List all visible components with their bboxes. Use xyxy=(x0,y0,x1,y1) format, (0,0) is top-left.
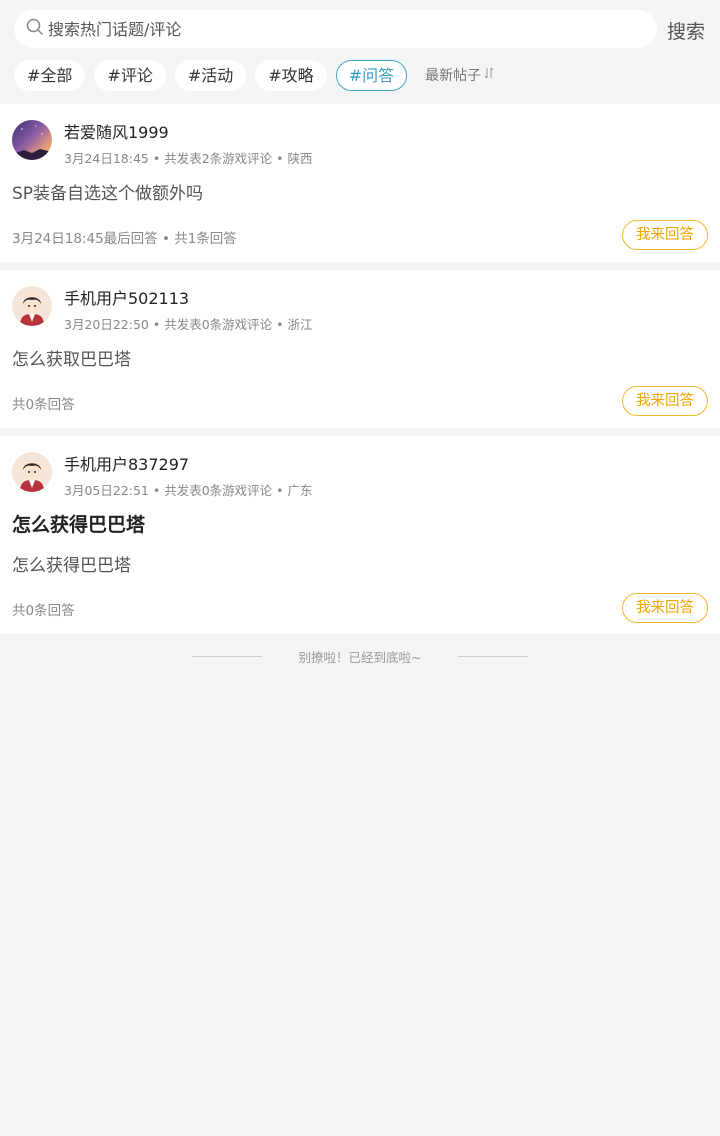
post-title[interactable]: 怎么获得巴巴塔 xyxy=(12,510,145,537)
cartoon-boy-avatar-icon xyxy=(12,286,52,326)
answer-summary: 共0条回答 xyxy=(12,397,75,413)
post-card[interactable]: 手机用户837297 3月05日22:51 • 共发表0条游戏评论 • 广东 怎… xyxy=(0,436,720,634)
answer-summary: 共0条回答 xyxy=(12,603,75,619)
post-meta: 3月24日18:45 • 共发表2条游戏评论 • 陕西 xyxy=(64,151,313,166)
search-button[interactable]: 搜索 xyxy=(667,17,705,44)
search-icon xyxy=(26,18,48,40)
avatar[interactable] xyxy=(12,120,52,160)
post-meta: 3月05日22:51 • 共发表0条游戏评论 • 广东 xyxy=(64,483,313,498)
post-body[interactable]: 怎么获得巴巴塔 xyxy=(12,551,131,576)
tag-qa[interactable]: #问答 xyxy=(335,59,408,91)
sort-label: 最新帖子 xyxy=(425,68,482,84)
tag-all[interactable]: #全部 xyxy=(14,59,86,91)
search-input[interactable] xyxy=(48,14,628,44)
post-card[interactable]: 若爱随风1999 3月24日18:45 • 共发表2条游戏评论 • 陕西 SP装… xyxy=(0,104,720,262)
tag-guides[interactable]: #攻略 xyxy=(255,59,327,91)
tag-filter-bar: #全部 #评论 #活动 #攻略 #问答 最新帖子 xyxy=(14,59,494,91)
sort-arrows-icon xyxy=(481,66,494,84)
header: 搜索 #全部 #评论 #活动 #攻略 #问答 最新帖子 xyxy=(0,0,720,103)
cartoon-boy-avatar-icon xyxy=(12,452,52,492)
username[interactable]: 若爱随风1999 xyxy=(64,119,169,143)
avatar[interactable] xyxy=(12,452,52,492)
post-card[interactable]: 手机用户502113 3月20日22:50 • 共发表0条游戏评论 • 浙江 怎… xyxy=(0,270,720,428)
tag-events[interactable]: #活动 xyxy=(174,59,247,91)
sort-dropdown[interactable]: 最新帖子 xyxy=(425,65,494,85)
search-box[interactable] xyxy=(14,10,657,48)
post-body[interactable]: 怎么获取巴巴塔 xyxy=(12,345,131,370)
divider-right xyxy=(458,656,528,657)
username[interactable]: 手机用户837297 xyxy=(64,451,189,475)
post-body[interactable]: SP装备自选这个做额外吗 xyxy=(12,179,203,204)
answer-button[interactable]: 我来回答 xyxy=(622,593,708,623)
end-of-list: 别撩啦！已经到底啦~ xyxy=(0,646,720,666)
galaxy-avatar-icon xyxy=(12,120,52,160)
post-meta: 3月20日22:50 • 共发表0条游戏评论 • 浙江 xyxy=(64,317,313,332)
username[interactable]: 手机用户502113 xyxy=(64,285,189,309)
tag-comments[interactable]: #评论 xyxy=(94,59,166,91)
answer-button[interactable]: 我来回答 xyxy=(622,386,708,416)
end-of-list-text: 别撩啦！已经到底啦~ xyxy=(298,650,422,665)
avatar[interactable] xyxy=(12,286,52,326)
answer-button[interactable]: 我来回答 xyxy=(622,220,708,250)
answer-summary: 3月24日18:45最后回答 • 共1条回答 xyxy=(12,231,237,247)
